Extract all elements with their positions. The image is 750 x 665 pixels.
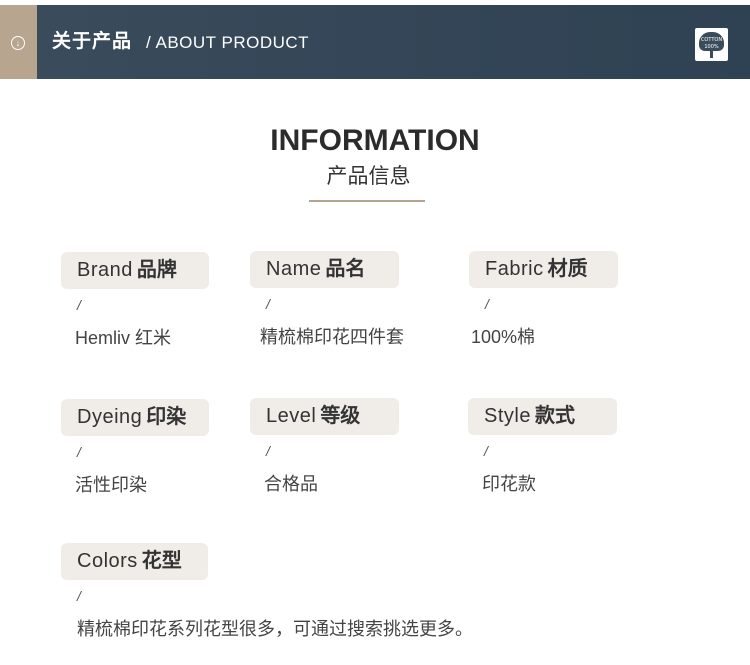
field-label-zh: 印染 — [146, 406, 187, 428]
field-label-en: Colors — [77, 550, 138, 572]
section-title: INFORMATION — [270, 124, 480, 157]
field-separator: / — [77, 588, 81, 604]
field-label-zh: 品牌 — [136, 259, 177, 281]
field-label-pill: Dyeing 印染 — [61, 399, 209, 436]
header-title-zh: 关于产品 — [52, 31, 133, 52]
field-separator: / — [485, 296, 489, 312]
field-label-zh: 款式 — [534, 405, 575, 427]
field-value: 精梳棉印花四件套 — [260, 327, 404, 347]
field-label-pill: Level 等级 — [250, 398, 399, 435]
field-label-pill: Colors 花型 — [61, 543, 208, 580]
header-accent-block: ↓ — [0, 5, 37, 79]
arrow-down-circle-icon: ↓ — [11, 36, 25, 50]
field-value: 100%棉 — [471, 327, 536, 347]
badge-text-cotton: COTTON — [700, 37, 723, 43]
field-label-zh: 品名 — [325, 258, 366, 280]
field-label-en: Brand — [77, 259, 133, 281]
field-separator: / — [266, 296, 270, 312]
field-label-pill: Fabric 材质 — [469, 251, 618, 288]
field-value: 印花款 — [482, 474, 536, 494]
field-separator: / — [77, 297, 81, 313]
field-label-en: Level — [266, 405, 317, 427]
cotton-badge-icon: COTTON 100% — [695, 28, 728, 61]
field-label-pill: Brand 品牌 — [61, 252, 209, 289]
field-separator: / — [77, 444, 81, 460]
field-value: 合格品 — [264, 474, 318, 494]
field-label-en: Dyeing — [77, 406, 143, 428]
section-divider — [309, 200, 425, 202]
field-label-zh: 材质 — [547, 258, 588, 280]
field-label-zh: 花型 — [141, 550, 182, 572]
field-label-en: Fabric — [485, 258, 544, 280]
field-label-pill: Name 品名 — [250, 251, 399, 288]
badge-text-percent: 100% — [704, 44, 719, 50]
field-label-pill: Style 款式 — [468, 398, 617, 435]
field-value: Hemliv 红米 — [75, 328, 172, 348]
field-label-en: Name — [266, 258, 322, 280]
field-value: 活性印染 — [75, 475, 147, 495]
header-banner: ↓ 关于产品 / ABOUT PRODUCT COTTON 100% — [0, 5, 750, 79]
field-value: 精梳棉印花系列花型很多，可通过搜索挑选更多。 — [77, 619, 473, 639]
header-title-en: / ABOUT PRODUCT — [146, 33, 310, 52]
cotton-stem-shape — [710, 49, 713, 58]
field-separator: / — [266, 443, 270, 459]
field-separator: / — [484, 443, 488, 459]
field-label-zh: 等级 — [320, 405, 361, 427]
field-label-en: Style — [484, 405, 531, 427]
section-subtitle: 产品信息 — [326, 165, 411, 188]
